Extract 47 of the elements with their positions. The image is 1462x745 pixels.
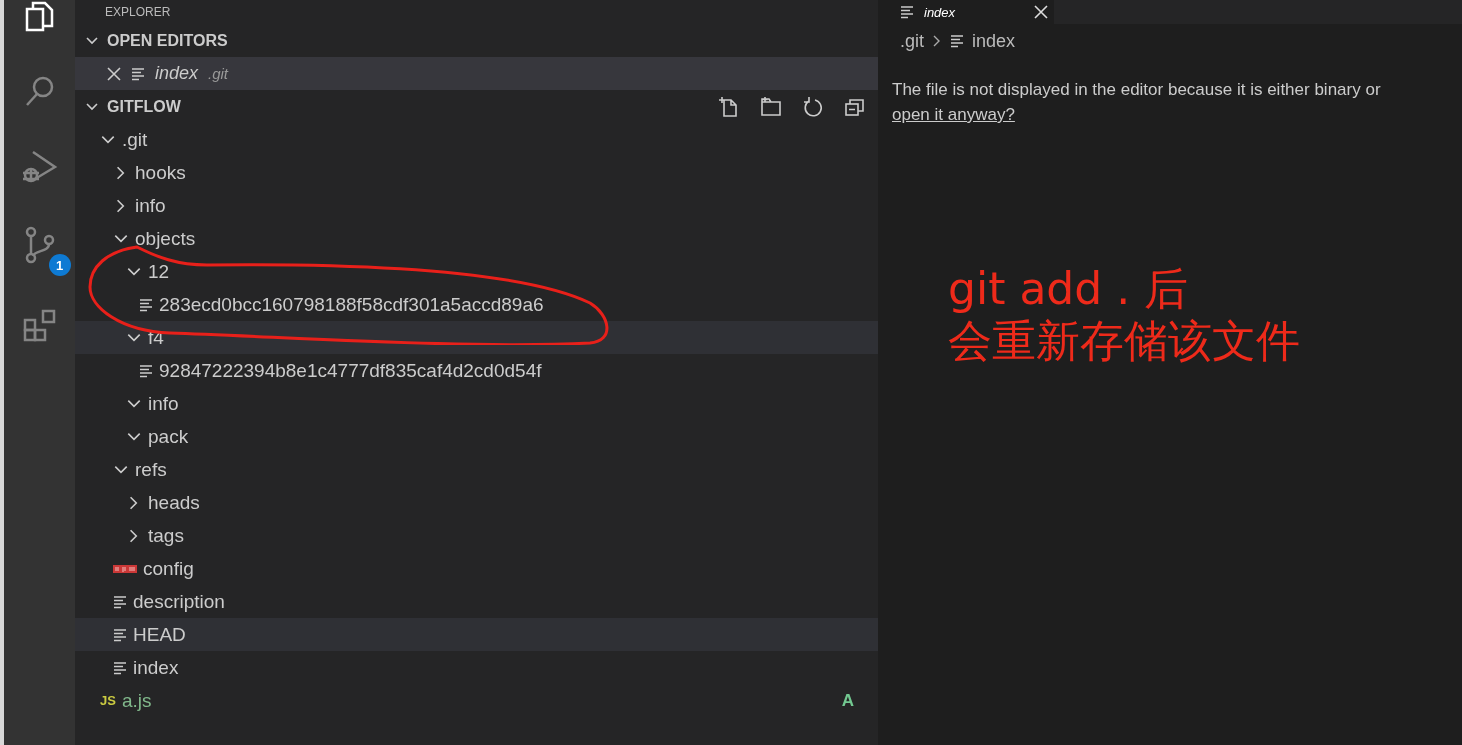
- tree-item[interactable]: refs: [75, 453, 878, 486]
- annotation-text: git add . 后: [948, 263, 1189, 315]
- breadcrumb-item[interactable]: index: [972, 30, 1016, 52]
- tree-item[interactable]: tags: [75, 519, 878, 552]
- file-lines-icon: [139, 363, 153, 378]
- tree-item[interactable]: heads: [75, 486, 878, 519]
- js-icon: JS: [100, 693, 116, 708]
- tree-item[interactable]: 283ecd0bcc160798188f58cdf301a5accd89a6: [75, 288, 878, 321]
- file-lines-icon: [139, 297, 153, 312]
- tree-item[interactable]: HEAD: [75, 618, 878, 651]
- close-icon[interactable]: [1034, 5, 1048, 19]
- tree-item[interactable]: index: [75, 651, 878, 684]
- file-lines-icon: [131, 66, 145, 81]
- extensions-icon[interactable]: [21, 308, 58, 344]
- npm-icon: [113, 563, 137, 574]
- tree-item[interactable]: info: [75, 387, 878, 420]
- sidebar-title: EXPLORER: [105, 5, 171, 19]
- tree-item[interactable]: objects: [75, 222, 878, 255]
- open-anyway-link[interactable]: open it anyway?: [892, 105, 1015, 124]
- new-file-icon[interactable]: [718, 95, 740, 118]
- editor-tab[interactable]: index: [878, 0, 1054, 24]
- new-folder-icon[interactable]: [760, 95, 782, 118]
- tree-item[interactable]: JS a.js A: [75, 684, 878, 717]
- message-text: The file is not displayed in the editor because it is either binary or: [892, 80, 1381, 99]
- tree-item[interactable]: .git: [75, 123, 878, 156]
- tree-item[interactable]: pack: [75, 420, 878, 453]
- tree-item[interactable]: config: [75, 552, 878, 585]
- file-lines-icon: [113, 627, 127, 642]
- open-editor-item[interactable]: index .git: [75, 57, 878, 90]
- file-lines-icon: [113, 594, 127, 609]
- refresh-icon[interactable]: [802, 95, 824, 118]
- tree-item[interactable]: description: [75, 585, 878, 618]
- section-header[interactable]: OPEN EDITORS: [75, 24, 878, 57]
- chevron-icon: [932, 34, 942, 48]
- annotation-text: 会重新存储该文件: [948, 315, 1300, 367]
- file-lines-icon: [900, 5, 914, 19]
- tree-item[interactable]: 92847222394b8e1c4777df835caf4d2cd0d54f: [75, 354, 878, 387]
- tree-item[interactable]: info: [75, 189, 878, 222]
- tree-item[interactable]: 12: [75, 255, 878, 288]
- file-lines-icon: [113, 660, 127, 675]
- section-header[interactable]: GITFLOW: [75, 90, 878, 123]
- git-status-label: A: [841, 690, 855, 711]
- file-lines-icon: [950, 34, 964, 48]
- tree-item[interactable]: hooks: [75, 156, 878, 189]
- notification-badge: 1: [48, 254, 71, 276]
- close-icon[interactable]: [107, 66, 121, 81]
- breadcrumb-item[interactable]: .git: [900, 30, 924, 52]
